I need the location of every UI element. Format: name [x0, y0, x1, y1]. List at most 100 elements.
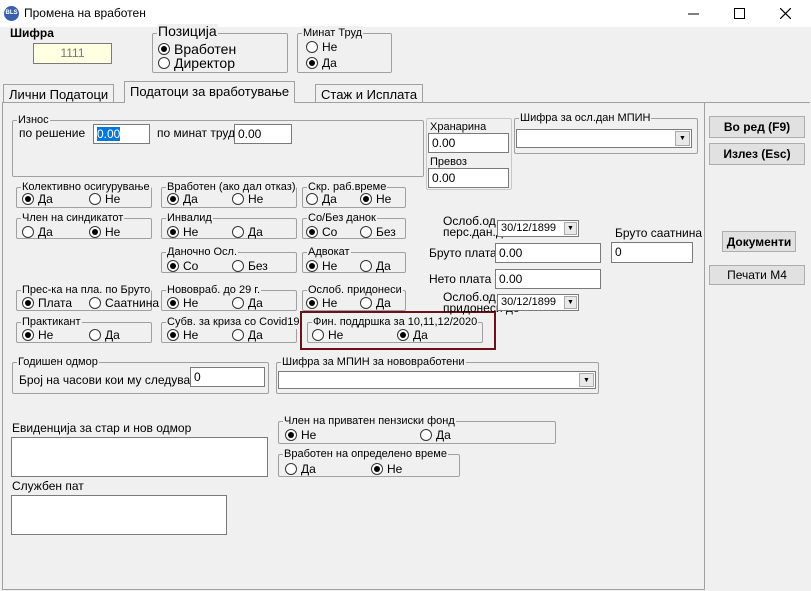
close-button[interactable] [762, 0, 808, 27]
praktikant-title: Практикант [21, 315, 82, 329]
evidencija-label: Евиденција за стар и нов одмор [12, 421, 192, 435]
bruto-saatnina-input[interactable]: 0 [611, 242, 693, 263]
danochno-title: Даночно Осл. [166, 245, 239, 259]
pres-ka-title: Прес-ка на пла. по Бруто [21, 283, 152, 297]
sindikat-title: Член на синдикатот [21, 211, 125, 225]
so-bez-danok-bez-radio[interactable]: Без [360, 225, 396, 239]
kolektivno-da-radio[interactable]: Да [22, 192, 53, 206]
bruto-plata-input[interactable]: 0.00 [495, 243, 601, 263]
novovrab-da-radio[interactable]: Да [232, 296, 263, 310]
app-logo-icon: BLS [4, 6, 19, 21]
tab-podatoci-vrabotuvanje[interactable]: Податоци за вработување [124, 81, 296, 103]
praktikant-ne-radio[interactable]: Не [22, 328, 53, 342]
penziski-group: Член на приватен пензиски фонд [278, 414, 556, 444]
sluzhben-pat-label: Службен пат [12, 479, 84, 493]
mpin-novovrab-select[interactable]: ▼ [278, 371, 596, 389]
tab-lichni-podatoci[interactable]: Лични Податоци [3, 84, 115, 102]
maximize-button[interactable] [716, 0, 762, 27]
hranarina-label: Хранарина [430, 121, 487, 133]
so-bez-danok-so-radio[interactable]: Со [306, 225, 337, 239]
skr-rab-ne-radio[interactable]: Не [360, 192, 391, 206]
sindikat-da-radio[interactable]: Да [22, 225, 53, 239]
novovrab-title: Нововраб. до 29 г. [166, 283, 262, 297]
window-title: Промена на вработен [24, 6, 146, 20]
subv-covid-title: Субв. за криза со Covid19 [166, 315, 301, 329]
close-icon [779, 8, 791, 19]
godishen-odmor-input[interactable]: 0 [190, 367, 265, 387]
oslob-pers-label: Ослоб.од перс.дан.до [443, 214, 510, 239]
danochno-so-radio[interactable]: Со [167, 259, 198, 273]
mpin-osl-title: Шифра за осл.дан МПИН [519, 111, 652, 125]
ok-button[interactable]: Во ред (F9) [709, 116, 805, 138]
prevoz-label: Превоз [430, 156, 467, 168]
pres-ka-saatnina-radio[interactable]: Саатнина [89, 296, 159, 310]
mpin-osl-select[interactable]: ▼ [516, 129, 692, 148]
sluzhben-pat-textarea[interactable] [11, 495, 227, 535]
advokat-title: Адвокат [307, 245, 351, 259]
kolektivno-ne-radio[interactable]: Не [89, 192, 120, 206]
pozicija-title: Позиција [157, 23, 218, 39]
oslob-prid-date-picker[interactable]: 30/12/1899 ▼ [497, 294, 579, 311]
chevron-down-icon[interactable]: ▼ [564, 296, 577, 309]
skr-rab-da-radio[interactable]: Да [306, 192, 337, 206]
minimize-icon [687, 13, 699, 15]
pozicija-direktor-radio[interactable]: Директор [158, 55, 235, 71]
osl-pridonesi-da-radio[interactable]: Да [360, 296, 391, 310]
minat-trud-title: Минат Труд [302, 26, 364, 40]
cancel-button[interactable]: Излез (Esc) [709, 143, 805, 165]
novovrab-ne-radio[interactable]: Не [167, 296, 198, 310]
godishen-odmor-title: Годишен одмор [17, 355, 99, 369]
po-reshenie-input[interactable]: 0.00 [93, 124, 150, 144]
osl-pridonesi-title: Ослоб. придонеси [307, 283, 403, 297]
invalid-ne-radio[interactable]: Не [167, 225, 198, 239]
po-reshenie-label: по решение [19, 126, 86, 140]
bruto-plata-label: Бруто плата [429, 246, 497, 260]
iznos-title: Износ [17, 113, 50, 127]
tab-stazh-isplata[interactable]: Стаж и Исплата [315, 84, 424, 102]
evidencija-textarea[interactable] [11, 437, 268, 477]
so-bez-danok-title: Со/Без данок [307, 211, 377, 225]
danochno-bez-radio[interactable]: Без [232, 259, 268, 273]
opredeleno-ne-radio[interactable]: Не [371, 462, 402, 476]
penziski-ne-radio[interactable]: Не [285, 428, 316, 442]
minat-trud-ne-radio[interactable]: Не [306, 40, 337, 54]
praktikant-da-radio[interactable]: Да [89, 328, 120, 342]
po-minat-trud-input[interactable]: 0.00 [234, 124, 292, 144]
vraboten-otkaz-ne-radio[interactable]: Не [232, 192, 263, 206]
invalid-da-radio[interactable]: Да [232, 225, 263, 239]
sindikat-ne-radio[interactable]: Не [89, 225, 120, 239]
chevron-down-icon[interactable]: ▼ [675, 131, 690, 146]
fin-poddrshka-da-radio[interactable]: Да [397, 328, 428, 342]
shifra-label: Шифра [10, 26, 54, 40]
po-minat-trud-label: по минат труд [157, 126, 235, 140]
pres-ka-plata-radio[interactable]: Плата [22, 296, 72, 310]
chevron-down-icon[interactable]: ▼ [564, 222, 577, 235]
neto-plata-label: Нето плата [429, 272, 492, 286]
godishen-odmor-label: Број на часови кои му следуваат: [19, 373, 206, 387]
opredeleno-da-radio[interactable]: Да [285, 462, 316, 476]
minimize-button[interactable] [670, 0, 716, 27]
oslob-pers-date-picker[interactable]: 30/12/1899 ▼ [497, 220, 579, 237]
shifra-field[interactable]: 1111 [33, 43, 112, 64]
subv-covid-da-radio[interactable]: Да [232, 328, 263, 342]
invalid-title: Инвалид [166, 211, 213, 225]
pechati-m4-button[interactable]: Печати М4 [709, 265, 805, 285]
advokat-ne-radio[interactable]: Не [306, 259, 337, 273]
fin-poddrshka-title: Фин. поддршка за 10,11,12/2020 [312, 315, 479, 329]
advokat-da-radio[interactable]: Да [360, 259, 391, 273]
hranarina-input[interactable]: 0.00 [428, 133, 509, 153]
mpin-novovrab-title: Шифра за МПИН за нововработени [281, 355, 466, 369]
osl-pridonesi-ne-radio[interactable]: Не [306, 296, 337, 310]
neto-plata-input[interactable]: 0.00 [495, 269, 601, 289]
chevron-down-icon[interactable]: ▼ [579, 373, 594, 387]
penziski-da-radio[interactable]: Да [420, 428, 451, 442]
dokumenti-button[interactable]: Документи [722, 231, 796, 252]
fin-poddrshka-ne-radio[interactable]: Не [312, 328, 343, 342]
prevoz-input[interactable]: 0.00 [428, 168, 509, 188]
bruto-saatnina-label: Бруто саатнина [615, 226, 702, 240]
oslob-prid-label: Ослоб.од придонеси до [443, 290, 520, 315]
subv-covid-ne-radio[interactable]: Не [167, 328, 198, 342]
minat-trud-da-radio[interactable]: Да [306, 56, 337, 70]
vraboten-otkaz-da-radio[interactable]: Да [167, 192, 198, 206]
opredeleno-title: Вработен на определено време [283, 447, 448, 461]
